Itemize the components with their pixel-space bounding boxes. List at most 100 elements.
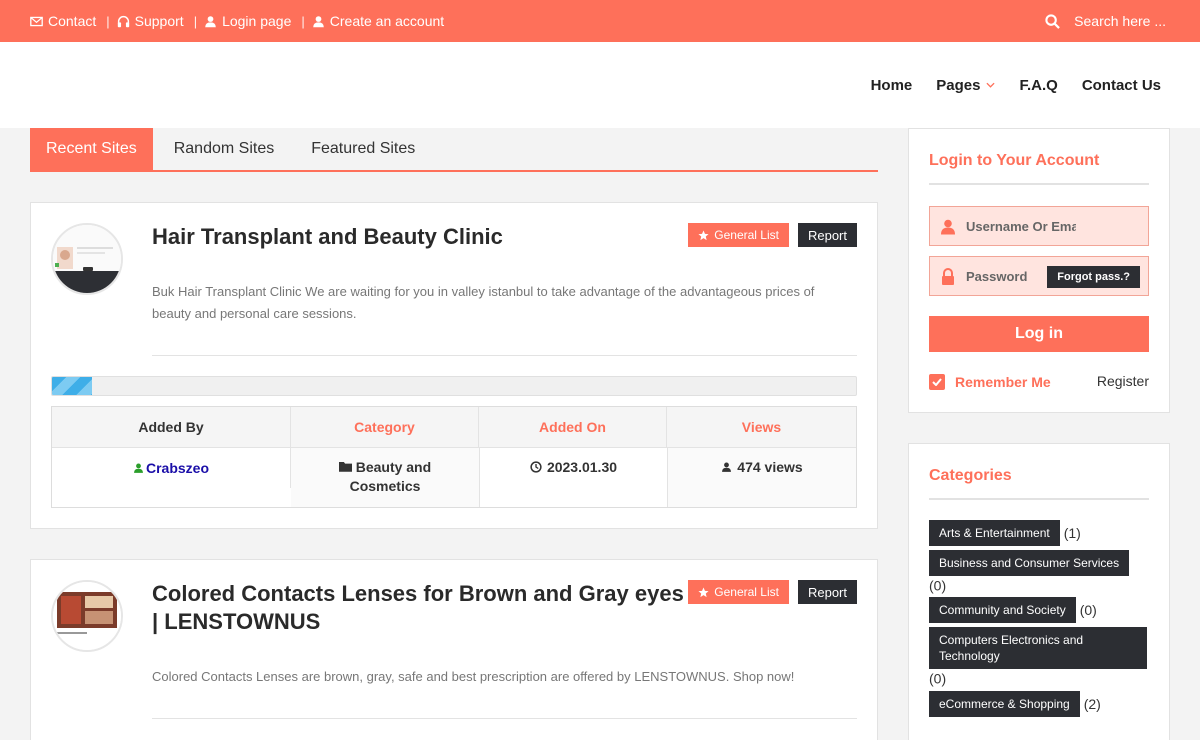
meta-header-added-on: Added On [479,407,667,447]
headphones-icon [117,15,129,27]
report-button[interactable]: Report [797,223,857,247]
general-list-badge[interactable]: General List [688,580,789,604]
categories-title: Categories [929,467,1012,484]
top-search[interactable]: Search here ... [1045,0,1166,42]
meta-added-on-cell: 2023.01.30 [479,448,667,507]
meta-header-row: Added By Category Added On Views [52,407,856,448]
remember-me[interactable]: Remember Me [929,374,1051,390]
separator: | [106,13,110,29]
category-tag[interactable]: eCommerce & Shopping [929,690,1080,717]
tab-random-sites[interactable]: Random Sites [158,128,291,170]
check-icon [932,378,942,386]
register-link[interactable]: Register [1097,373,1149,389]
top-bar: Contact | Support | Login page | Create … [0,0,1200,42]
meta-added-by-cell: Crabszeo [52,448,291,488]
listing-description: Buk Hair Transplant Clinic We are waitin… [152,284,815,321]
create-account-link[interactable]: Create an account [312,13,444,29]
nav-faq[interactable]: F.A.Q [1019,77,1057,94]
listing-description: Colored Contacts Lenses are brown, gray,… [152,669,795,684]
site-thumbnail-image [53,225,121,293]
category-count: (0) [929,577,947,594]
username-input[interactable] [966,218,1076,234]
login-title: Login to Your Account [929,152,1100,169]
meta-header-added-by: Added By [52,407,291,447]
category-count: (1) [1063,525,1081,541]
star-icon [698,586,709,597]
username-field [929,206,1149,246]
divider [929,498,1149,500]
search-input[interactable]: Search here ... [1074,13,1166,29]
category-tag[interactable]: Computers Electronics and Technology [929,627,1147,670]
listing-badges: General List Report [688,580,857,604]
forgot-password-button[interactable]: Forgot pass.? [1047,266,1140,288]
views-value: 474 views [737,459,803,475]
login-button[interactable]: Log in [929,316,1149,352]
lock-icon [930,267,966,285]
password-field: Forgot pass.? [929,256,1149,296]
login-page-link[interactable]: Login page [204,13,291,29]
user-icon [930,218,966,235]
meta-value-row: Crabszeo Beauty and Cosmetics 2023.01.30… [52,448,856,507]
user-icon [722,462,732,472]
categories-list: Arts & Entertainment (1) Business and Con… [929,520,1154,721]
create-account-link-label: Create an account [329,13,445,29]
clock-icon [530,461,542,473]
meta-views-cell: 474 views [667,448,856,507]
separator: | [301,13,305,29]
listing-badges: General List Report [688,223,857,247]
site-header: Home Pages F.A.Q Contact Us [0,42,1200,128]
category-tag[interactable]: Business and Consumer Services [929,550,1130,576]
category-tag[interactable]: Community and Society [929,597,1076,624]
listing-progress-bar [51,376,857,396]
site-thumbnail[interactable] [51,580,123,652]
top-links: Contact | Support | Login page | Create … [30,0,444,42]
site-thumbnail-image [53,582,121,650]
category-tag[interactable]: Arts & Entertainment [929,520,1060,546]
added-on-value: 2023.01.30 [546,459,618,475]
nav-pages[interactable]: Pages [936,76,996,94]
login-panel: Login to Your Account Forgot pass.? Log … [908,128,1170,413]
contact-link-label: Contact [48,13,97,29]
support-link[interactable]: Support [117,13,184,29]
listing-card: Colored Contacts Lenses for Brown and Gr… [30,559,878,740]
general-list-label: General List [714,228,779,242]
added-by-name: Crabszeo [145,460,210,476]
folder-icon [338,462,352,472]
login-page-link-label: Login page [222,13,292,29]
user-icon [312,15,324,27]
support-link-label: Support [134,13,184,29]
divider [929,183,1149,185]
search-icon[interactable] [1045,13,1061,29]
star-icon [698,229,709,240]
category-item: Computers Electronics and Technology (0) [929,627,1154,687]
category-item: Business and Consumer Services (0) [929,550,1154,593]
tab-recent-sites[interactable]: Recent Sites [30,128,153,170]
envelope-icon [30,16,43,26]
main-nav: Home Pages F.A.Q Contact Us [871,42,1161,128]
remember-checkbox[interactable] [929,374,945,390]
category-value[interactable]: Beauty and Cosmetics [350,459,432,494]
divider [152,355,857,356]
nav-contact-us[interactable]: Contact Us [1082,77,1161,94]
categories-panel: Categories Arts & Entertainment (1) Busin… [908,443,1170,740]
general-list-badge[interactable]: General List [688,223,789,247]
listing-title[interactable]: Colored Contacts Lenses for Brown and Gr… [152,580,692,636]
category-item: Arts & Entertainment (1) [929,520,1154,546]
chevron-down-icon [986,82,996,88]
meta-header-category: Category [291,407,479,447]
contact-link[interactable]: Contact [30,13,96,29]
category-item: eCommerce & Shopping (2) [929,690,1154,717]
nav-pages-label: Pages [936,76,981,94]
report-button[interactable]: Report [797,580,857,604]
site-thumbnail[interactable] [51,223,123,295]
category-count: (0) [1079,602,1097,619]
tab-featured-sites[interactable]: Featured Sites [295,128,431,170]
separator: | [193,13,198,29]
added-by-user-link[interactable]: Crabszeo [133,460,209,488]
user-icon [205,15,216,27]
category-item: Community and Society (0) [929,597,1154,624]
progress-fill [52,377,93,395]
nav-home[interactable]: Home [871,77,913,94]
listing-title[interactable]: Hair Transplant and Beauty Clinic [152,223,503,251]
listing-card: Hair Transplant and Beauty Clinic Genera… [30,202,878,529]
